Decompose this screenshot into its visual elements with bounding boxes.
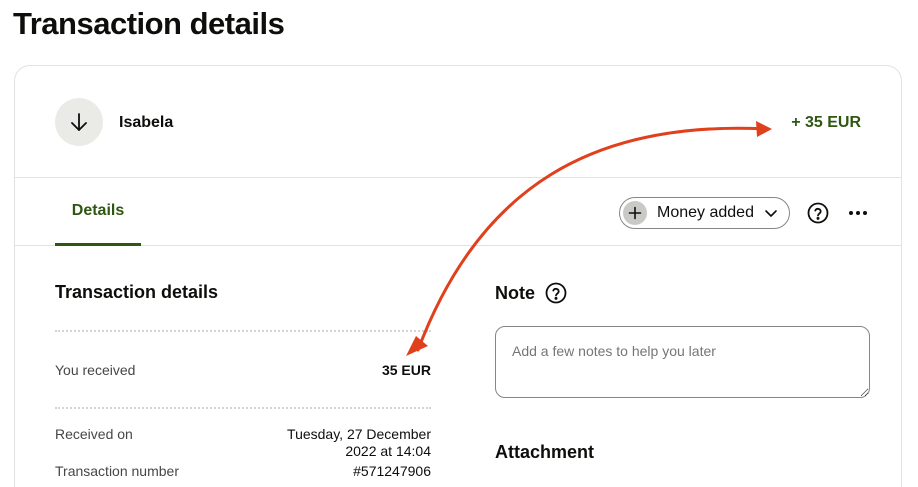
received-on-value: Tuesday, 27 December 2022 at 14:04 <box>287 426 431 459</box>
counterparty-name: Isabela <box>119 114 174 131</box>
transaction-number-label: Transaction number <box>55 463 179 479</box>
received-on-label: Received on <box>55 426 133 442</box>
category-label: Money added <box>657 204 754 221</box>
arrow-down-icon <box>71 113 87 131</box>
transaction-card: Isabela + 35 EUR Details Money added Tra… <box>14 65 902 487</box>
details-heading: Transaction details <box>55 282 219 302</box>
divider <box>55 407 431 409</box>
attachment-heading: Attachment <box>495 442 595 462</box>
note-textarea[interactable] <box>495 326 870 398</box>
question-circle-icon <box>807 202 829 224</box>
received-value: 35 EUR <box>381 362 431 378</box>
received-label: You received <box>55 362 136 378</box>
more-horizontal-icon <box>849 211 867 215</box>
direction-avatar <box>55 98 103 146</box>
transaction-amount: + 35 EUR <box>791 114 861 131</box>
transaction-header: Isabela + 35 EUR <box>15 66 901 178</box>
chevron-down-icon <box>764 206 778 220</box>
more-options-button[interactable] <box>847 202 869 224</box>
note-help-icon[interactable] <box>545 282 567 304</box>
category-dropdown[interactable]: Money added <box>619 197 790 229</box>
note-title: Note <box>495 282 535 303</box>
tab-details[interactable]: Details <box>55 178 141 246</box>
help-button[interactable] <box>807 202 829 224</box>
plus-icon <box>623 201 647 225</box>
transaction-number-value: #571247906 <box>353 463 431 479</box>
divider <box>55 330 431 332</box>
note-heading: Note <box>495 282 567 304</box>
tabs-bar: Details Money added <box>15 178 901 246</box>
page-title: Transaction details <box>13 6 285 41</box>
